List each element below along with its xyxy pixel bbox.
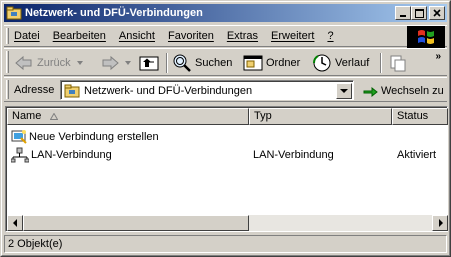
column-header-type[interactable]: Typ — [249, 108, 392, 125]
up-folder-button[interactable] — [138, 52, 160, 74]
toolbar-separator — [380, 53, 382, 73]
forward-button[interactable] — [100, 52, 133, 74]
menu-ansicht[interactable]: Ansicht — [119, 30, 155, 42]
item-name: Neue Verbindung erstellen — [29, 131, 159, 143]
back-button[interactable]: Zurück — [14, 52, 85, 74]
horizontal-scrollbar[interactable] — [7, 215, 448, 231]
toolbar-grip[interactable] — [6, 51, 9, 73]
address-folder-icon — [64, 84, 80, 98]
back-arrow-icon — [15, 55, 32, 71]
menu-favoriten[interactable]: Favoriten — [168, 30, 214, 42]
menu-bar: Datei Bearbeiten Ansicht Favoriten Extra… — [4, 25, 447, 48]
folders-icon — [243, 55, 263, 71]
scroll-left-button[interactable] — [7, 215, 23, 231]
back-label: Zurück — [37, 57, 71, 69]
scroll-right-button[interactable] — [432, 215, 448, 231]
list-item[interactable]: Neue Verbindung erstellen — [11, 128, 441, 146]
list-header: Name Typ Status — [7, 108, 448, 125]
item-name: LAN-Verbindung — [31, 149, 112, 161]
menu-datei[interactable]: Datei — [14, 30, 40, 42]
address-field[interactable]: Netzwerk- und DFÜ-Verbindungen — [60, 80, 354, 100]
back-dropdown-icon — [76, 61, 83, 65]
sort-ascending-icon — [50, 113, 58, 120]
maximize-icon — [414, 8, 424, 18]
list-item[interactable]: LAN-Verbindung LAN-Verbindung Aktiviert — [11, 146, 441, 164]
history-button[interactable]: Verlauf — [312, 52, 369, 74]
move-to-button[interactable] — [388, 52, 408, 74]
history-label: Verlauf — [335, 57, 370, 69]
folders-label: Ordner — [266, 57, 301, 69]
folders-button[interactable]: Ordner — [243, 52, 300, 74]
standard-toolbar: Zurück Suchen Ordner Verlauf » — [4, 48, 447, 76]
status-bar: 2 Objekt(e) — [4, 234, 447, 253]
title-bar[interactable]: Netzwerk- und DFÜ-Verbindungen — [4, 4, 447, 22]
windows-flag-icon — [418, 30, 434, 44]
forward-dropdown-icon — [125, 61, 131, 65]
search-button[interactable]: Suchen — [172, 52, 232, 74]
column-header-status[interactable]: Status — [392, 108, 448, 125]
address-label: Adresse — [14, 84, 55, 96]
go-label: Wechseln zu — [381, 85, 444, 97]
addressbar-grip[interactable] — [6, 80, 9, 99]
address-bar: Adresse Netzwerk- und DFÜ-Verbindungen W… — [4, 77, 447, 102]
scroll-thumb[interactable] — [23, 215, 249, 231]
windows-logo — [407, 26, 445, 48]
search-label: Suchen — [195, 57, 233, 69]
network-folder-icon — [6, 5, 22, 21]
chevron-down-icon — [340, 88, 348, 93]
close-button[interactable] — [429, 6, 445, 20]
menu-extras[interactable]: Extras — [227, 30, 258, 42]
menu-erweitert[interactable]: Erweitert — [271, 30, 314, 42]
status-text: 2 Objekt(e) — [4, 235, 447, 253]
lan-connection-icon — [11, 147, 29, 163]
menu-help[interactable]: ? — [327, 30, 333, 42]
menu-bearbeiten[interactable]: Bearbeiten — [53, 30, 106, 42]
new-connection-icon — [11, 129, 27, 145]
toolbar-separator — [166, 53, 168, 73]
address-value: Netzwerk- und DFÜ-Verbindungen — [84, 84, 253, 97]
item-type: LAN-Verbindung — [253, 149, 334, 161]
chevron-right-icon — [438, 219, 443, 227]
address-dropdown-button[interactable] — [336, 83, 352, 99]
forward-arrow-icon — [102, 55, 119, 71]
close-icon — [433, 9, 441, 17]
search-icon — [173, 54, 191, 72]
move-to-icon — [390, 55, 406, 72]
file-list[interactable]: Name Typ Status Neue Verbindung erstelle… — [5, 106, 448, 232]
history-icon — [312, 54, 331, 72]
column-header-name[interactable]: Name — [7, 108, 249, 125]
explorer-window: Netzwerk- und DFÜ-Verbindungen Datei Bea… — [0, 0, 451, 257]
item-status: Aktiviert — [397, 149, 437, 161]
go-arrow-icon — [363, 86, 378, 98]
window-title: Netzwerk- und DFÜ-Verbindungen — [25, 7, 203, 19]
minimize-button[interactable] — [395, 6, 411, 20]
toolbar-overflow-chevron[interactable]: » — [435, 51, 440, 62]
maximize-button[interactable] — [411, 6, 427, 20]
chevron-left-icon — [12, 219, 17, 227]
go-button[interactable]: Wechseln zu — [362, 82, 444, 100]
menubar-grip[interactable] — [6, 28, 9, 44]
minimize-icon — [400, 15, 406, 17]
up-folder-icon — [139, 56, 159, 71]
